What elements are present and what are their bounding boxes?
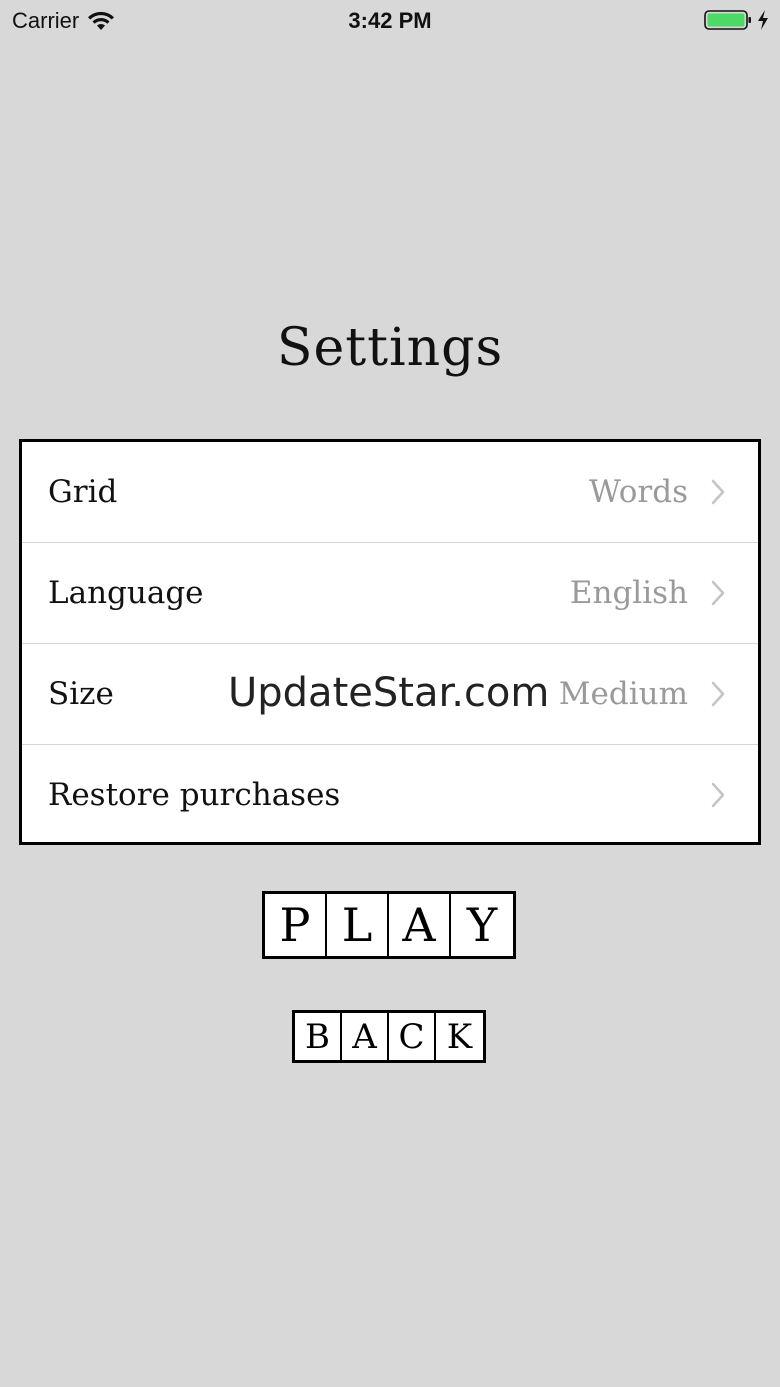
letter-tile: P (265, 894, 327, 956)
setting-row-restore-purchases[interactable]: Restore purchases (22, 745, 758, 845)
page-title: Settings (276, 318, 504, 378)
letter-tile: L (327, 894, 389, 956)
setting-label: Size (48, 676, 114, 712)
status-bar: Carrier 3:42 PM (0, 0, 780, 40)
setting-label: Restore purchases (48, 777, 341, 813)
letter-tile: A (389, 894, 451, 956)
chevron-right-icon (710, 680, 726, 708)
setting-value: Medium (558, 676, 688, 712)
letter-tile: K (446, 1016, 473, 1057)
setting-label: Grid (48, 474, 118, 510)
letter-tile: B (295, 1013, 342, 1060)
setting-value: Words (589, 474, 688, 510)
charging-bolt-icon (756, 9, 770, 31)
settings-table: Grid Words Language English Size UpdateS… (19, 439, 761, 845)
setting-label: Language (48, 575, 204, 611)
battery-indicator (704, 9, 770, 31)
setting-value: English (569, 575, 688, 611)
play-button[interactable]: P L A Y (262, 891, 516, 959)
back-button[interactable]: B A C K (292, 1010, 486, 1063)
status-time: 3:42 PM (348, 8, 432, 33)
chevron-right-icon (710, 478, 726, 506)
letter-tile: Y (466, 898, 498, 952)
letter-tile: C (389, 1013, 436, 1060)
setting-row-size[interactable]: Size UpdateStar.com Medium (22, 644, 758, 745)
chevron-right-icon (710, 781, 726, 809)
chevron-right-icon (710, 579, 726, 607)
battery-icon (704, 9, 752, 31)
setting-row-grid[interactable]: Grid Words (22, 442, 758, 543)
watermark-text: UpdateStar.com (228, 670, 550, 716)
letter-tile: A (342, 1013, 389, 1060)
setting-row-language[interactable]: Language English (22, 543, 758, 644)
